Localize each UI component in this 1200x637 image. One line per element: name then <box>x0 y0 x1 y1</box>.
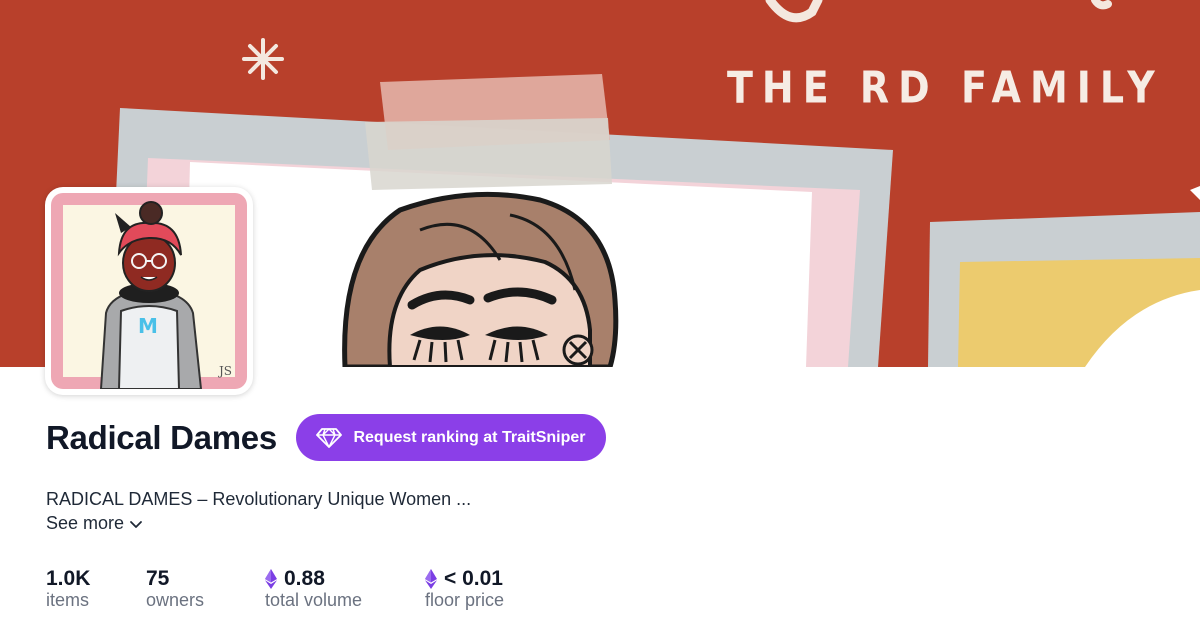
banner-title: THE RD FAMILY <box>727 62 1164 113</box>
stat-total-volume: 0.88 total volume <box>265 567 362 610</box>
stat-floor-price-value: < 0.01 <box>444 567 503 590</box>
stat-items: 1.0K items <box>46 567 90 610</box>
avatar-image: M JS <box>51 193 247 389</box>
stat-floor-price-label: floor price <box>425 590 505 610</box>
see-more-toggle[interactable]: See more <box>46 513 143 534</box>
stat-owners: 75 owners <box>146 567 204 610</box>
stat-items-value: 1.0K <box>46 567 91 590</box>
stat-owners-label: owners <box>146 590 205 610</box>
stat-floor-price: < 0.01 floor price <box>425 567 504 610</box>
chevron-down-icon <box>129 517 143 531</box>
stat-total-volume-value: 0.88 <box>284 567 325 590</box>
ethereum-icon <box>265 569 277 589</box>
request-ranking-label: Request ranking at TraitSniper <box>353 428 586 446</box>
stat-total-volume-label: total volume <box>265 590 363 610</box>
stat-owners-value: 75 <box>146 567 170 590</box>
svg-text:M: M <box>138 314 158 338</box>
see-more-label: See more <box>46 513 125 533</box>
request-ranking-button[interactable]: Request ranking at TraitSniper <box>296 414 606 461</box>
diamond-icon <box>316 427 343 448</box>
collection-title: Radical Dames <box>46 419 277 456</box>
collection-avatar[interactable]: M JS <box>45 187 253 395</box>
stat-items-label: items <box>46 590 90 610</box>
svg-text:JS: JS <box>217 364 232 378</box>
collection-description: RADICAL DAMES – Revolutionary Unique Wom… <box>46 489 472 509</box>
ethereum-icon <box>425 569 437 589</box>
